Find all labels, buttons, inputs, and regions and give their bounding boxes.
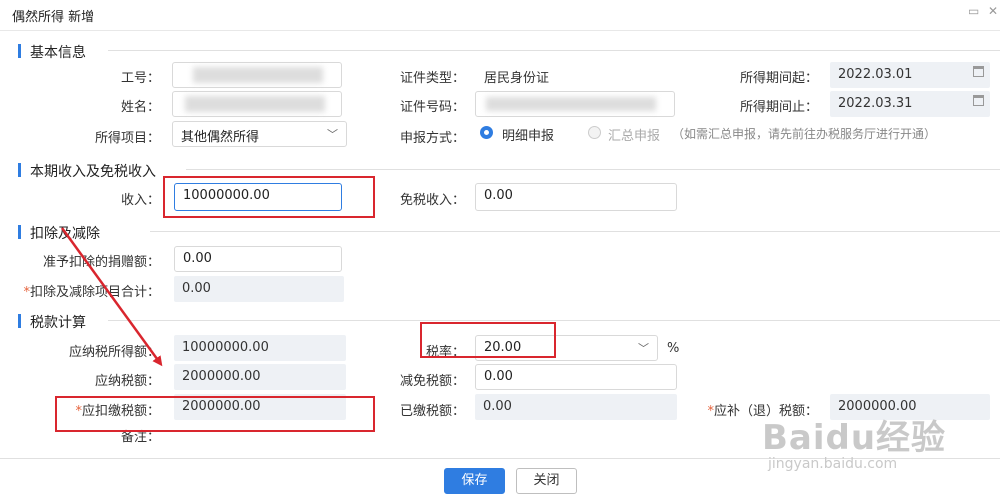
- watermark-logo: Baidu经验: [762, 418, 947, 458]
- watermark-url: jingyan.baidu.com: [768, 456, 898, 472]
